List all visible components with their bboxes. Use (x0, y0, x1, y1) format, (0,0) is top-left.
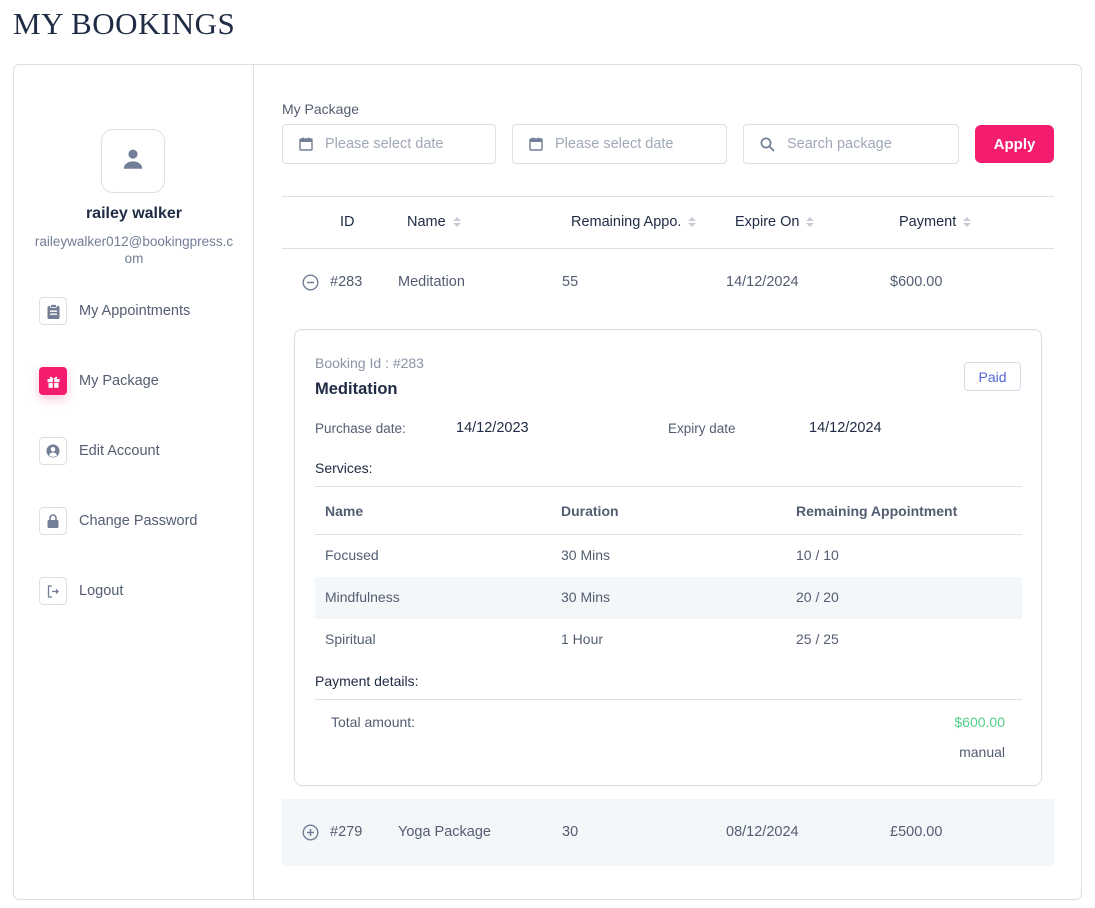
sidebar-item-change-password[interactable]: Change Password (39, 507, 198, 535)
column-header-expire-on[interactable]: Expire On (735, 214, 815, 230)
row-payment: $600.00 (890, 274, 943, 290)
search-placeholder: Search package (787, 136, 892, 152)
column-header-payment[interactable]: Payment (899, 214, 972, 230)
start-date-picker[interactable]: Please select date (282, 124, 496, 164)
column-header-remaining[interactable]: Remaining Appo. (571, 214, 697, 230)
row-id: #283 (330, 274, 363, 290)
row-expire-on: 08/12/2024 (726, 824, 799, 840)
apply-button[interactable]: Apply (975, 125, 1054, 163)
start-date-placeholder: Please select date (325, 136, 444, 152)
package-main: My Package Please select date Please sel… (282, 65, 1054, 899)
sidebar-item-label: Change Password (79, 513, 198, 529)
sort-icon[interactable] (963, 217, 972, 227)
services-table: Name Duration Remaining Appointment Focu… (315, 486, 1022, 661)
user-email: raileywalker012@bookingpress.com (34, 234, 234, 266)
payment-details-label: Payment details: (315, 673, 419, 689)
row-remaining: 55 (562, 274, 579, 290)
calendar-icon (299, 137, 313, 151)
sidebar-item-label: My Appointments (79, 303, 191, 319)
status-badge: Paid (964, 362, 1021, 391)
package-title: Meditation (315, 380, 398, 398)
booking-detail-card: Booking Id : #283 Meditation Paid Purcha… (294, 329, 1042, 786)
expiry-date-label: Expiry date (668, 421, 736, 436)
packages-table-header: ID Name Remaining Appo. Expire On Paymen… (282, 196, 1054, 249)
gift-icon (39, 367, 67, 395)
collapse-row-icon[interactable] (302, 274, 319, 291)
column-header-name[interactable]: Name (407, 214, 461, 230)
sidebar-item-my-appointments[interactable]: My Appointments (39, 297, 198, 325)
expiry-date-value: 14/12/2024 (809, 420, 882, 436)
section-label: My Package (282, 101, 360, 117)
row-id: #279 (330, 824, 363, 840)
column-label: Duration (561, 503, 619, 519)
service-remaining: 10 / 10 (796, 547, 839, 563)
sidebar-item-logout[interactable]: Logout (39, 577, 198, 605)
sort-icon[interactable] (806, 217, 815, 227)
end-date-placeholder: Please select date (555, 136, 674, 152)
service-row: Focused 30 Mins 10 / 10 (315, 535, 1022, 577)
expand-row-icon[interactable] (302, 824, 319, 841)
sidebar: railey walker raileywalker012@bookingpre… (14, 65, 254, 899)
search-package-input[interactable]: Search package (743, 124, 959, 164)
service-name: Focused (325, 547, 379, 563)
booking-id: Booking Id : #283 (315, 355, 424, 371)
sidebar-item-edit-account[interactable]: Edit Account (39, 437, 198, 465)
column-label: Name (325, 503, 364, 519)
divider (315, 699, 1022, 700)
column-label: Expire On (735, 214, 800, 230)
lock-icon (39, 507, 67, 535)
search-icon (760, 137, 775, 152)
sort-icon[interactable] (452, 217, 461, 227)
row-remaining: 30 (562, 824, 579, 840)
sidebar-item-label: My Package (79, 373, 159, 389)
column-label: Payment (899, 214, 957, 230)
payment-method: manual (959, 744, 1005, 760)
table-row[interactable]: #283 Meditation 55 14/12/2024 $600.00 (282, 249, 1054, 316)
sidebar-item-my-package[interactable]: My Package (39, 367, 198, 395)
column-label: Remaining Appo. (571, 214, 682, 230)
user-icon (120, 146, 146, 177)
service-duration: 30 Mins (561, 547, 611, 563)
row-expire-on: 14/12/2024 (726, 274, 799, 290)
column-label: Name (407, 214, 446, 230)
end-date-picker[interactable]: Please select date (512, 124, 727, 164)
table-row[interactable]: #279 Yoga Package 30 08/12/2024 £500.00 (282, 799, 1054, 866)
sort-icon[interactable] (688, 217, 697, 227)
service-row: Spiritual 1 Hour 25 / 25 (315, 619, 1022, 661)
logout-icon (39, 577, 67, 605)
sidebar-item-label: Logout (79, 583, 124, 599)
service-remaining: 25 / 25 (796, 631, 839, 647)
row-name: Yoga Package (398, 824, 491, 840)
service-remaining: 20 / 20 (796, 589, 839, 605)
purchase-date-label: Purchase date: (315, 421, 406, 436)
avatar (101, 129, 165, 193)
service-row: Mindfulness 30 Mins 20 / 20 (315, 577, 1022, 619)
sidebar-item-label: Edit Account (79, 443, 160, 459)
clipboard-icon (39, 297, 67, 325)
row-payment: £500.00 (890, 824, 943, 840)
services-label: Services: (315, 460, 373, 476)
column-label: Remaining Appointment (796, 503, 958, 519)
bookings-panel: railey walker raileywalker012@bookingpre… (13, 64, 1082, 900)
page-title: MY BOOKINGS (13, 6, 236, 41)
sidebar-nav: My Appointments My Package Edit Account … (39, 297, 198, 647)
purchase-date-value: 14/12/2023 (456, 420, 529, 436)
user-circle-icon (39, 437, 67, 465)
row-name: Meditation (398, 274, 465, 290)
user-name: railey walker (85, 205, 183, 222)
services-table-header: Name Duration Remaining Appointment (315, 486, 1022, 535)
service-duration: 30 Mins (561, 589, 611, 605)
total-amount-label: Total amount: (331, 714, 416, 730)
total-amount-value: $600.00 (954, 714, 1005, 730)
service-name: Spiritual (325, 631, 376, 647)
service-duration: 1 Hour (561, 631, 604, 647)
column-header-id: ID (340, 214, 355, 230)
column-label: ID (340, 214, 355, 230)
service-name: Mindfulness (325, 589, 400, 605)
calendar-icon (529, 137, 543, 151)
